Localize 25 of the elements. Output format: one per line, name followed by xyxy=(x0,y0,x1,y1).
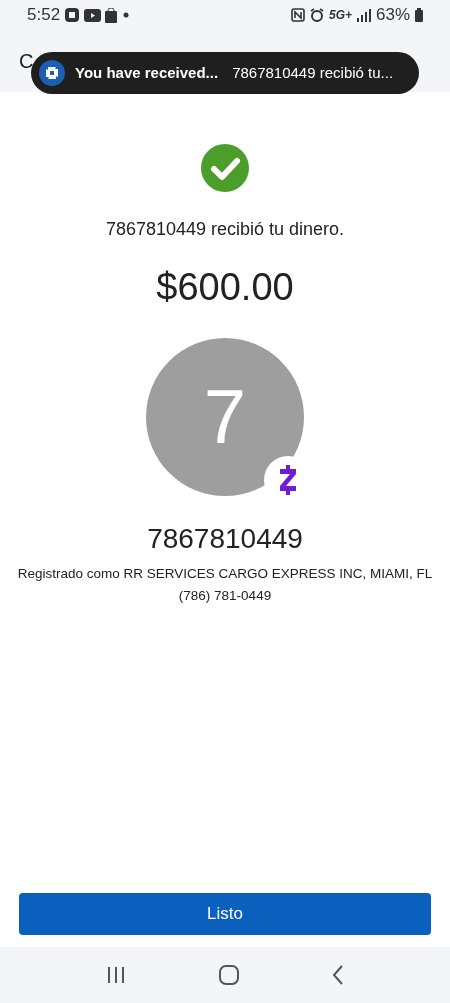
video-play-icon xyxy=(84,8,102,22)
phone-number: (786) 781-0449 xyxy=(178,587,272,606)
amount: $600.00 xyxy=(156,265,294,310)
alarm-icon xyxy=(309,8,324,22)
signal-icon xyxy=(356,8,371,22)
recent-apps-icon[interactable] xyxy=(106,966,127,984)
success-check-icon xyxy=(201,144,249,192)
recipient-number: 7867810449 xyxy=(147,522,303,556)
back-icon[interactable] xyxy=(331,965,344,985)
battery-percent: 63% xyxy=(375,4,410,27)
header-title: C xyxy=(19,49,34,74)
status-time: 5:52 xyxy=(27,4,61,27)
registered-name: Registrado como RR SERVICES CARGO EXPRESS INC, MIAMI, FL xyxy=(17,565,433,583)
app-logo-icon xyxy=(39,60,65,86)
network-type: 5G+ xyxy=(328,7,352,24)
avatar: 7 xyxy=(146,338,304,496)
shopping-bag-icon xyxy=(105,7,118,23)
nfc-icon xyxy=(290,8,305,22)
home-icon[interactable] xyxy=(219,965,239,985)
confirmation-message: 7867810449 recibió tu dinero. xyxy=(105,218,345,241)
done-button[interactable]: Listo xyxy=(19,893,431,935)
notification-title: You have received... xyxy=(75,62,219,83)
app-logo-icon xyxy=(64,7,81,23)
battery-icon xyxy=(415,8,423,22)
notification-message: 7867810449 recibió tu... xyxy=(232,62,394,83)
